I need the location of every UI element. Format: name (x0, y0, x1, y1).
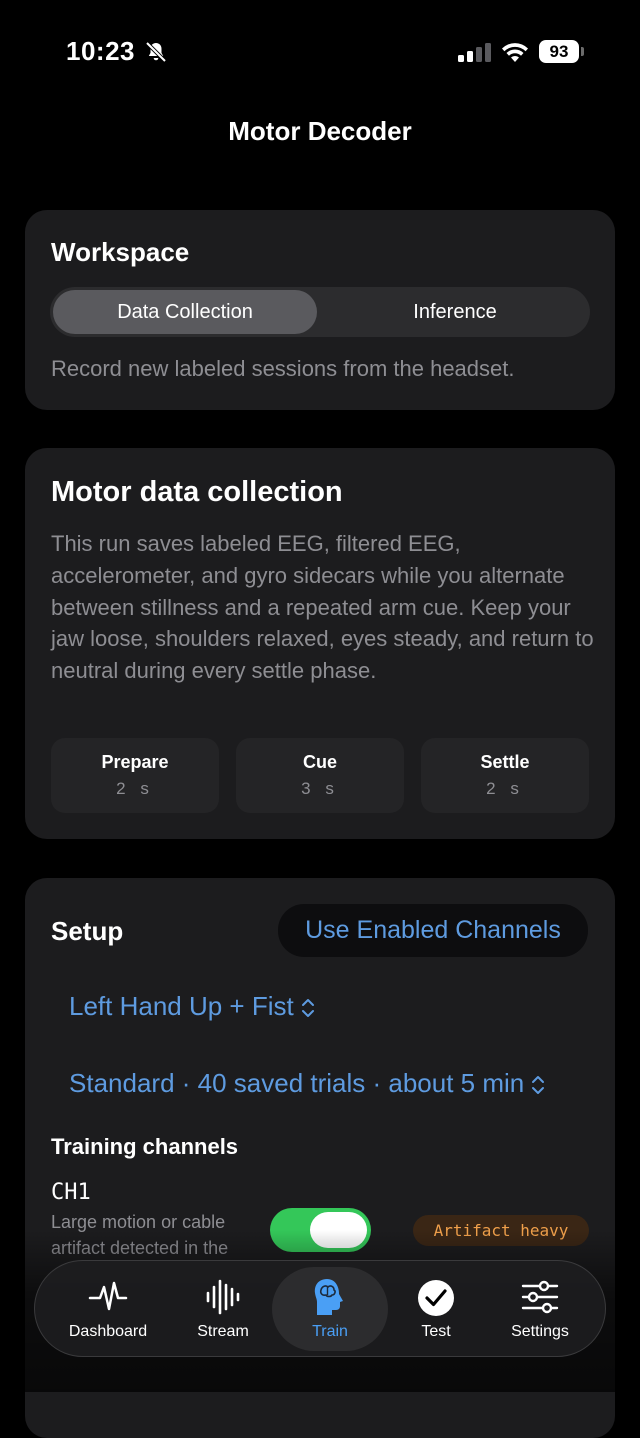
movement-picker-label: Left Hand Up + Fist (69, 991, 294, 1021)
checkmark-circle-icon (418, 1280, 454, 1316)
tab-train[interactable]: Train (272, 1267, 388, 1351)
tab-stream[interactable]: Stream (168, 1261, 278, 1356)
chevron-up-down-icon (301, 999, 314, 1018)
training-channels-heading: Training channels (51, 1134, 239, 1159)
motor-collection-card: Motor data collection This run saves lab… (25, 448, 615, 839)
tab-label: Stream (197, 1323, 249, 1340)
waveform-icon (206, 1279, 240, 1315)
nav-title: Motor Decoder (228, 116, 412, 146)
tab-label: Dashboard (68, 1323, 148, 1340)
phase-settle: Settle 2 s (421, 738, 589, 813)
phase-name: Cue (302, 752, 337, 772)
channel-name: CH1 (51, 1180, 91, 1205)
tab-label: Test (421, 1323, 451, 1340)
phase-prepare: Prepare 2 s (51, 738, 219, 813)
workspace-heading: Workspace (51, 237, 190, 267)
movement-picker[interactable]: Left Hand Up + Fist (69, 991, 316, 1022)
motor-description: This run saves labeled EEG, filtered EEG… (51, 531, 594, 684)
protocol-picker[interactable]: Standard · 40 saved trials · about 5 min (69, 1068, 546, 1099)
chevron-up-down-icon (532, 1076, 545, 1095)
tab-dashboard[interactable]: Dashboard (53, 1261, 163, 1356)
protocol-picker-label: Standard · 40 saved trials · about 5 min (69, 1068, 525, 1098)
tab-settings[interactable]: Settings (485, 1261, 595, 1356)
status-time: 10:23 (66, 36, 135, 66)
bell-slash-icon (145, 41, 167, 63)
workspace-card: Workspace Data Collection Inference Reco… (25, 210, 615, 410)
segment-inference[interactable]: Inference (323, 290, 587, 334)
cellular-signal-icon (458, 43, 491, 62)
phase-name: Settle (480, 752, 530, 772)
phase-duration: 2 s (116, 779, 154, 798)
wifi-icon (502, 43, 528, 62)
tab-bar: Dashboard Stream Train Test Settings (34, 1260, 606, 1357)
workspace-segmented-control[interactable]: Data Collection Inference (50, 287, 590, 337)
heartbeat-icon (88, 1281, 128, 1311)
motor-heading: Motor data collection (51, 476, 343, 508)
phase-cue: Cue 3 s (236, 738, 404, 813)
phase-name: Prepare (101, 752, 169, 772)
brain-head-icon (314, 1279, 343, 1315)
battery-tip (581, 47, 584, 56)
phase-duration: 2 s (486, 779, 524, 798)
status-bar: 10:23 93 (0, 0, 640, 100)
tab-label: Settings (511, 1323, 569, 1340)
segment-data-collection[interactable]: Data Collection (53, 290, 317, 334)
tab-test[interactable]: Test (381, 1261, 491, 1356)
use-enabled-channels-button[interactable]: Use Enabled Channels (278, 904, 588, 957)
setup-heading: Setup (51, 916, 124, 946)
battery-indicator: 93 (539, 40, 579, 63)
tab-label: Train (312, 1323, 348, 1340)
workspace-description: Record new labeled sessions from the hea… (51, 356, 515, 381)
sliders-icon (521, 1280, 559, 1314)
phase-duration: 3 s (301, 779, 339, 798)
